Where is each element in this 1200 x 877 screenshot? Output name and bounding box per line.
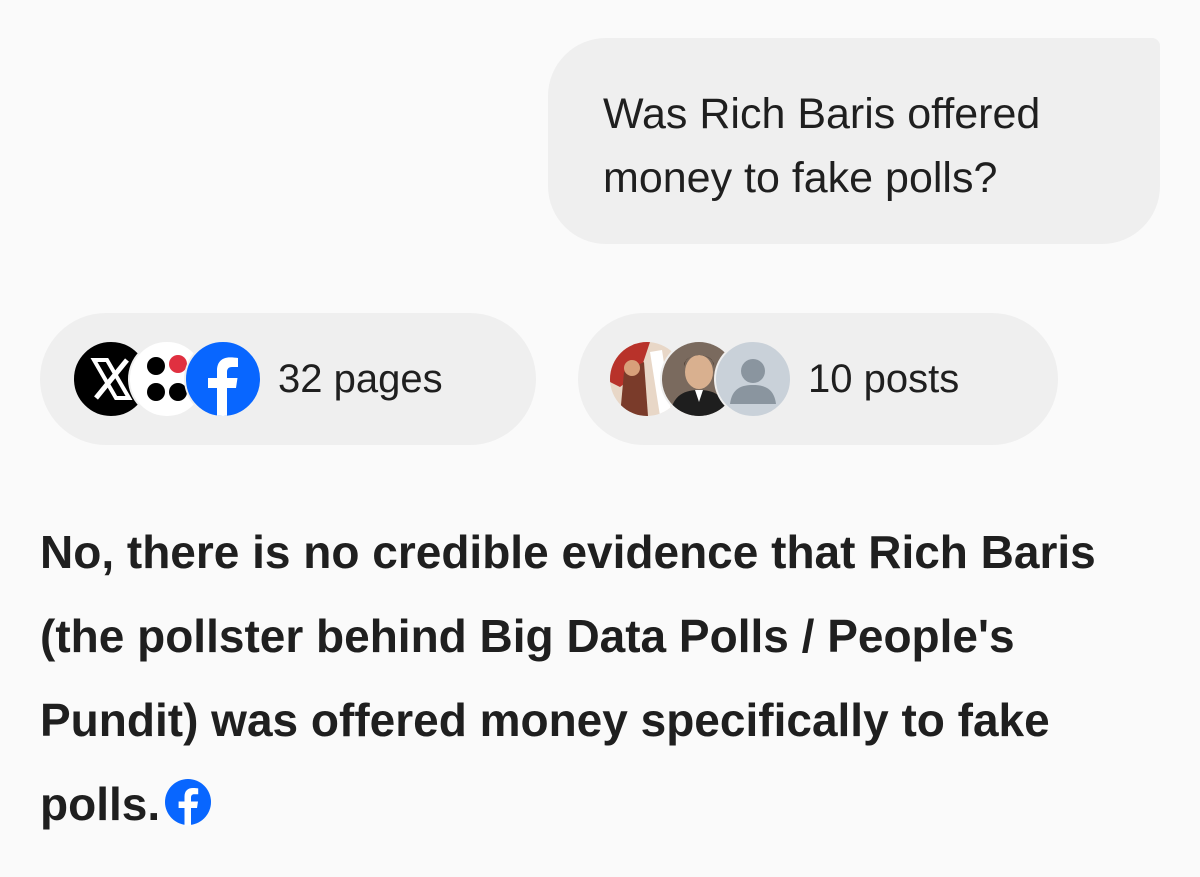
user-message-text: Was Rich Baris offered money to fake pol… bbox=[603, 90, 1041, 202]
default-user-avatar-icon bbox=[714, 340, 792, 418]
facebook-logo-icon bbox=[184, 340, 262, 418]
answer-text-block: No, there is no credible evidence that R… bbox=[40, 510, 1150, 846]
sources-pages-chip[interactable]: 32 pages bbox=[40, 313, 536, 445]
chat-page: Was Rich Baris offered money to fake pol… bbox=[0, 0, 1200, 877]
sources-posts-chip[interactable]: 10 posts bbox=[578, 313, 1058, 445]
pages-count-label: 32 pages bbox=[278, 356, 443, 401]
posts-count-label: 10 posts bbox=[808, 356, 960, 401]
facebook-citation-icon[interactable] bbox=[164, 768, 212, 826]
posts-source-avatars bbox=[608, 340, 792, 418]
pages-source-icons bbox=[72, 340, 262, 418]
user-message-bubble: Was Rich Baris offered money to fake pol… bbox=[548, 38, 1160, 244]
